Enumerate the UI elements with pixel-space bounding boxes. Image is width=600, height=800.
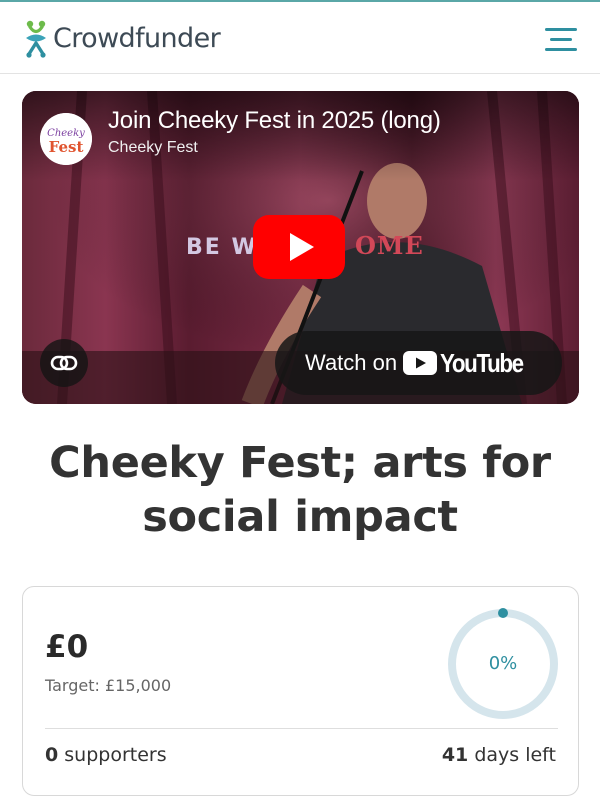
sign-text-right: OME [355,231,424,260]
brand-name: Crowdfunder [53,22,221,54]
video-top-shade [22,91,579,181]
days-number: 41 [441,744,469,766]
crowdfunder-logo-icon [26,20,46,58]
supporters-count: 0 supporters [45,744,167,766]
watch-on-label: Watch on [305,350,398,375]
link-icon [50,355,78,371]
days-left: 41 days left [442,744,556,766]
hamburger-menu-icon[interactable] [540,22,580,56]
campaign-title: Cheeky Fest; arts for social impact [49,438,551,542]
play-icon [253,215,345,279]
video-embed[interactable]: BE W OME Cheeky Fest Join Cheeky Fest in… [22,91,579,404]
days-label: days left [474,744,556,766]
supporters-label: supporters [64,744,167,766]
funding-stats-card: £0 Target: £15,000 0% 0 supporters 41 da… [22,586,579,796]
brand-logo[interactable]: Crowdfunder [20,14,221,62]
supporters-number: 0 [45,744,59,766]
sign-text-left: BE W [186,235,258,260]
channel-avatar[interactable]: Cheeky Fest [40,113,92,165]
copy-link-button[interactable] [40,339,88,387]
stats-divider [45,728,558,729]
video-channel-name[interactable]: Cheeky Fest [108,139,198,157]
amount-raised: £0 [45,629,89,665]
progress-percentage: 0% [488,653,518,674]
video-title[interactable]: Join Cheeky Fest in 2025 (long) [108,107,441,135]
site-header: Crowdfunder [0,2,600,74]
svg-text:Fest: Fest [49,138,84,156]
cheeky-fest-logo: Cheeky Fest [40,113,92,165]
youtube-wordmark: YouTube [440,347,524,378]
funding-target: Target: £15,000 [45,676,172,695]
watch-on-youtube-button[interactable]: Watch on YouTube [275,331,562,395]
play-button[interactable] [253,215,345,279]
youtube-logo-icon [403,351,438,375]
